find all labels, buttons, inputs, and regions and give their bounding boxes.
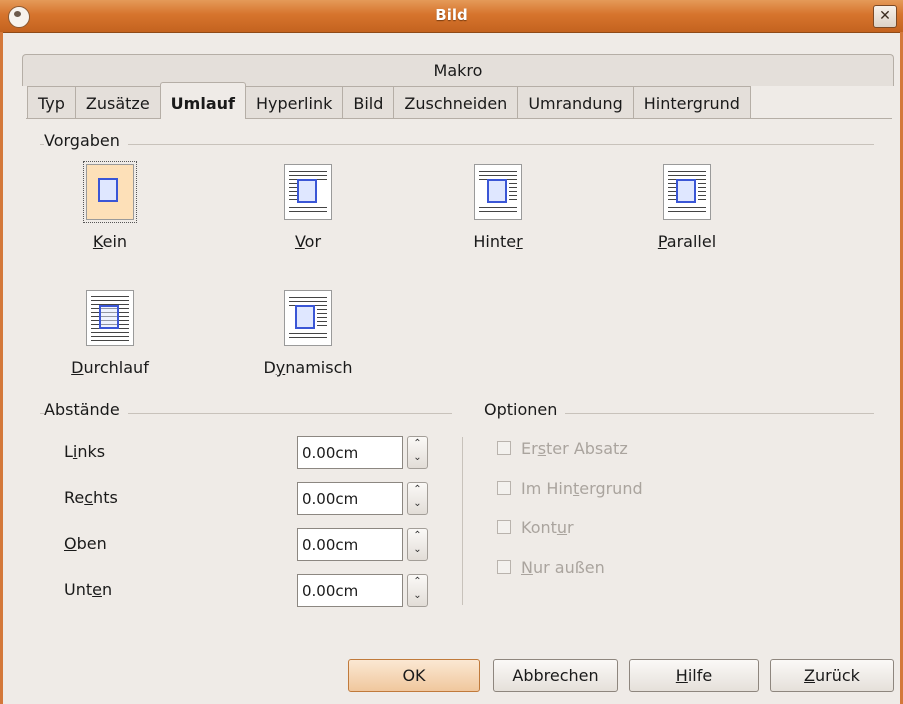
tab-umrandung[interactable]: Umrandung	[517, 86, 634, 119]
close-button[interactable]: ✕	[873, 5, 897, 28]
tab-zusaetze[interactable]: Zusätze	[74, 86, 161, 119]
tab-hintergrund[interactable]: Hintergrund	[632, 86, 751, 119]
tab-row: Typ Zusätze Umlauf Hyperlink Bild Zuschn…	[27, 82, 751, 119]
ok-button[interactable]: OK	[348, 659, 480, 692]
tab-panel	[26, 118, 892, 639]
cancel-button[interactable]: Abbrechen	[493, 659, 618, 692]
tab-hyperlink[interactable]: Hyperlink	[244, 86, 344, 119]
tab-bild[interactable]: Bild	[342, 86, 395, 119]
help-button[interactable]: Hilfe	[629, 659, 759, 692]
tab-typ[interactable]: Typ	[27, 86, 76, 119]
tab-makro[interactable]: Makro	[22, 54, 894, 86]
back-button[interactable]: Zurück	[770, 659, 894, 692]
tab-umlauf[interactable]: Umlauf	[159, 82, 246, 119]
tab-zuschneiden[interactable]: Zuschneiden	[393, 86, 519, 119]
title-bar[interactable]: Bild ✕	[0, 0, 903, 33]
window-title: Bild	[435, 6, 468, 24]
close-icon: ✕	[879, 8, 891, 24]
